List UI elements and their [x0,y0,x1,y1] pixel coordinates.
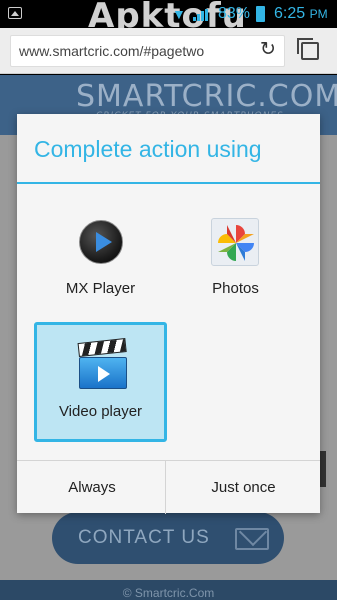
browser-toolbar: www.smartcric.com/#pagetwo ↻ [0,28,337,74]
just-once-button[interactable]: Just once [167,461,320,514]
app-label: MX Player [65,280,136,297]
mx-player-icon [79,220,123,264]
app-label: Video player [58,403,143,420]
signal-icon [193,9,208,21]
contact-us-button[interactable]: CONTACT US [52,512,284,564]
reload-icon[interactable]: ↻ [258,40,278,60]
wifi-icon: ▼ [172,6,186,22]
dialog-button-bar: Always Just once [17,460,320,514]
site-footer: © Smartcric.Com [0,580,337,600]
app-option-photos[interactable]: Photos [169,218,302,338]
app-option-video-player[interactable]: Video player [34,322,167,442]
clock: 6:25 PM [274,5,328,23]
battery-icon [256,6,265,22]
url-field[interactable]: www.smartcric.com/#pagetwo [10,35,285,67]
dialog-title: Complete action using [34,136,262,162]
app-option-mx-player[interactable]: MX Player [34,220,167,338]
battery-percent: 83% [218,5,251,22]
video-player-icon [77,338,127,389]
title-divider [17,182,320,184]
app-label: Photos [212,280,259,297]
clock-time: 6:25 [274,5,306,22]
tabs-icon[interactable] [297,38,319,60]
site-logo[interactable]: SMARTCRIC.COM [76,79,337,114]
photos-icon [211,218,259,266]
complete-action-dialog: Complete action using MX Player Photos V… [17,114,320,514]
clock-ampm: PM [309,7,328,21]
status-bar: Apktofu ▼ 83% 6:25 PM [0,0,337,36]
mail-icon [235,528,269,550]
gallery-notification-icon [8,7,22,19]
always-button[interactable]: Always [17,461,167,514]
contact-us-label: CONTACT US [78,527,210,548]
button-divider [165,461,166,514]
